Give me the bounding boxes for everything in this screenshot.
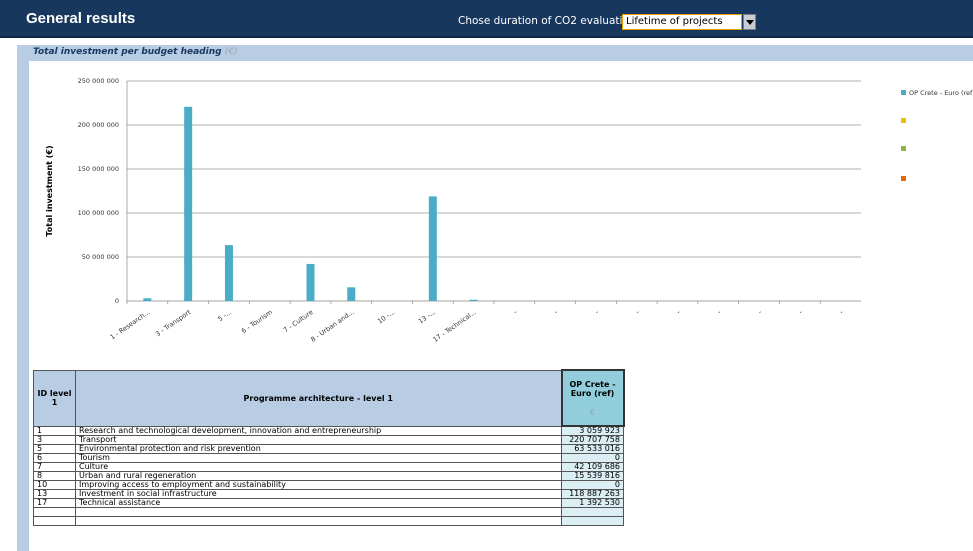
row-id-cell: 17 xyxy=(33,498,76,508)
investment-table: ID level 1 Programme architecture - leve… xyxy=(33,369,625,526)
header-bar: General results Chose duration of CO2 ev… xyxy=(0,0,973,38)
x-tick-label: - xyxy=(838,308,845,316)
row-label-cell: Environmental protection and risk preven… xyxy=(75,444,562,454)
dropdown-arrow-button[interactable] xyxy=(743,14,756,30)
bar xyxy=(469,299,478,301)
x-tick-label: - xyxy=(675,308,682,316)
bar xyxy=(428,196,437,301)
x-tick-label: 3 - Transport xyxy=(154,308,193,338)
table-row xyxy=(33,507,624,517)
y-tick-label: 0 xyxy=(115,297,119,305)
x-tick-label: 13 -... xyxy=(417,308,437,325)
x-tick-label: - xyxy=(797,308,804,316)
x-tick-label: - xyxy=(512,308,519,316)
row-label-cell xyxy=(75,516,562,526)
row-label-cell: Tourism xyxy=(75,453,562,463)
x-tick-label: 17 - Technical... xyxy=(432,308,478,344)
col-header-id: ID level 1 xyxy=(33,369,76,427)
legend-swatch xyxy=(901,176,906,181)
section-title-text: Total investment per budget heading xyxy=(33,47,222,57)
legend-label: OP Crete - Euro (ref) xyxy=(909,89,973,97)
x-tick-label: 5 -... xyxy=(216,308,233,323)
table-row: 1 Research and technological development,… xyxy=(33,425,624,436)
bar xyxy=(306,263,315,301)
x-tick-label: - xyxy=(757,308,764,316)
table-row: 6 Tourism 0 xyxy=(33,453,624,463)
col-header-euro-unit: € xyxy=(589,407,596,417)
y-tick-label: 50 000 000 xyxy=(82,253,119,261)
col-header-architecture: Programme architecture - level 1 xyxy=(75,369,562,427)
chevron-down-icon xyxy=(746,20,754,25)
table-row: 17 Technical assistance 1 392 530 xyxy=(33,498,624,508)
row-id-cell xyxy=(33,516,76,526)
duration-label: Chose duration of CO2 evaluation : xyxy=(458,15,643,27)
x-tick-label: - xyxy=(594,308,601,316)
x-tick-label: 6 - Tourism xyxy=(240,308,274,335)
y-tick-label: 150 000 000 xyxy=(78,165,119,173)
page-title: General results xyxy=(26,10,136,27)
x-tick-label: 10 -... xyxy=(376,308,396,325)
x-tick-label: 1 - Research... xyxy=(109,308,152,341)
legend-swatch xyxy=(901,90,906,95)
y-tick-label: 200 000 000 xyxy=(78,121,119,129)
col-header-euro: OP Crete - Euro (ref) € xyxy=(560,369,625,427)
y-tick-label: 250 000 000 xyxy=(78,77,119,85)
section-title-unit: (€) xyxy=(224,47,238,57)
legend-swatch xyxy=(901,118,906,123)
x-tick-label: - xyxy=(716,308,723,316)
y-axis-title: Total investment (€) xyxy=(45,145,54,236)
row-value-cell xyxy=(561,507,624,517)
duration-select[interactable]: Lifetime of projects xyxy=(622,14,742,30)
y-tick-label: 100 000 000 xyxy=(78,209,119,217)
investment-bar-chart: 0 50 000 000 100 000 000 150 000 000 200 000… xyxy=(45,77,861,344)
col-header-euro-label: OP Crete - Euro (ref) xyxy=(569,379,616,398)
section-title: Total investment per budget heading (€) xyxy=(33,47,237,57)
row-label-cell: Research and technological development, … xyxy=(75,425,562,436)
x-tick-label: 7 - Culture xyxy=(282,308,315,334)
row-id-cell xyxy=(33,507,76,517)
bar xyxy=(184,106,193,301)
table-row: 5 Environmental protection and risk preve… xyxy=(33,444,624,454)
x-tick-label: - xyxy=(553,308,560,316)
bar xyxy=(143,298,152,301)
row-value-cell: 1 392 530 xyxy=(561,498,624,508)
bar xyxy=(224,245,233,301)
bar xyxy=(347,287,356,301)
row-value-cell xyxy=(561,516,624,526)
table-row xyxy=(33,516,624,526)
x-tick-label: 8 - Urban and... xyxy=(309,308,355,344)
legend-swatch xyxy=(901,146,906,151)
row-label-cell: Technical assistance xyxy=(75,498,562,508)
row-label-cell xyxy=(75,507,562,517)
x-tick-label: - xyxy=(634,308,641,316)
